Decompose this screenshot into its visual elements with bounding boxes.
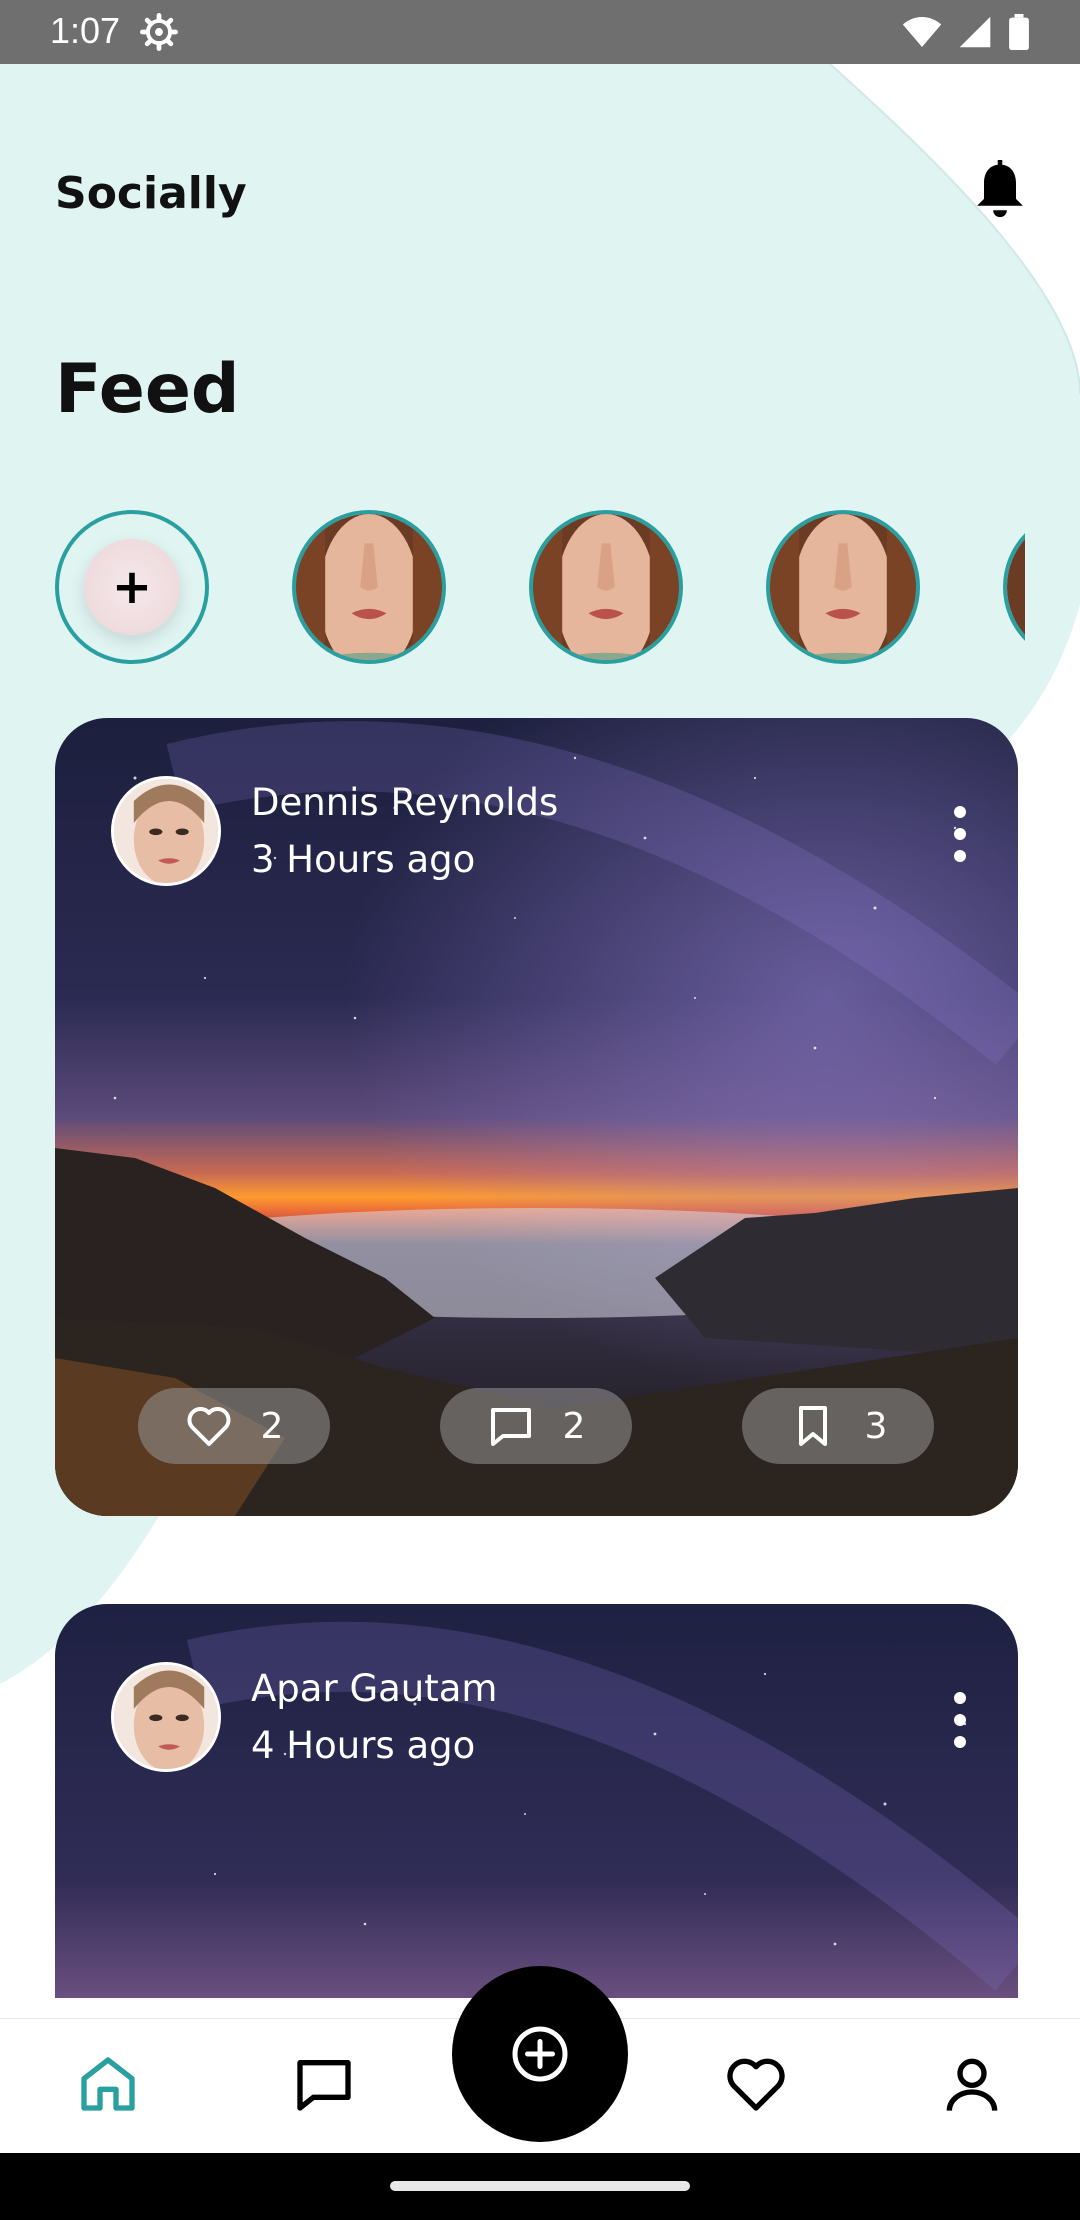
post-time: 3 Hours ago [251,838,476,881]
post-card[interactable]: Dennis Reynolds 3 Hours ago 2 2 3 [55,718,1018,1516]
nav-home[interactable] [73,2049,143,2119]
stories-row: + [55,510,1025,665]
comment-icon [490,1408,531,1446]
author-avatar[interactable] [111,776,221,886]
post-header: Apar Gautam 4 Hours ago [111,1662,497,1772]
add-story-button[interactable]: + [55,510,209,664]
nav-favorites[interactable] [721,2049,791,2119]
more-options-icon[interactable] [952,1692,968,1748]
comment-button[interactable]: 2 [440,1388,632,1464]
comment-count: 2 [562,1405,586,1447]
chat-icon [297,2060,351,2111]
like-count: 2 [260,1405,284,1447]
like-button[interactable]: 2 [138,1388,330,1464]
status-bar: 1:07 [0,0,1080,64]
story-face-image [296,514,442,660]
post-header: Dennis Reynolds 3 Hours ago [111,776,558,886]
notification-bell-icon[interactable] [972,160,1028,224]
post-card[interactable]: Apar Gautam 4 Hours ago [55,1604,1018,1998]
bookmark-button[interactable]: 3 [742,1388,934,1464]
story-face-image [770,514,916,660]
post-author[interactable]: Dennis Reynolds [251,781,558,824]
page-title: Feed [55,350,240,429]
story-face-image [1007,514,1025,660]
story-avatar[interactable] [292,510,446,664]
author-face-image [114,1665,218,1769]
post-actions: 2 2 3 [138,1388,938,1464]
app-title: Socially [55,168,247,219]
author-avatar[interactable] [111,1662,221,1772]
signal-icon [959,16,991,48]
more-options-icon[interactable] [952,806,968,862]
heart-icon [187,1407,231,1446]
wifi-icon [902,17,942,47]
author-face-image [114,779,218,883]
heart-icon [727,2058,785,2111]
settings-gear-icon [140,13,178,51]
nav-messages[interactable] [289,2049,359,2119]
story-face-image [533,514,679,660]
bookmark-count: 3 [864,1405,888,1447]
profile-icon [946,2058,998,2111]
story-avatar[interactable] [766,510,920,664]
story-avatar[interactable] [1003,510,1025,664]
home-gesture-bar[interactable] [390,2181,690,2191]
post-time: 4 Hours ago [251,1724,476,1767]
create-post-button[interactable] [452,1966,628,2142]
bookmark-icon [798,1406,827,1446]
story-avatar[interactable] [529,510,683,664]
battery-icon [1009,14,1029,50]
post-author[interactable]: Apar Gautam [251,1667,497,1710]
add-circle-icon [512,2026,568,2082]
status-time: 1:07 [50,10,121,51]
add-story-label: + [84,539,180,635]
system-nav-bar [0,2153,1080,2220]
home-icon [81,2057,135,2111]
status-icons [902,14,1030,50]
nav-profile[interactable] [937,2049,1007,2119]
